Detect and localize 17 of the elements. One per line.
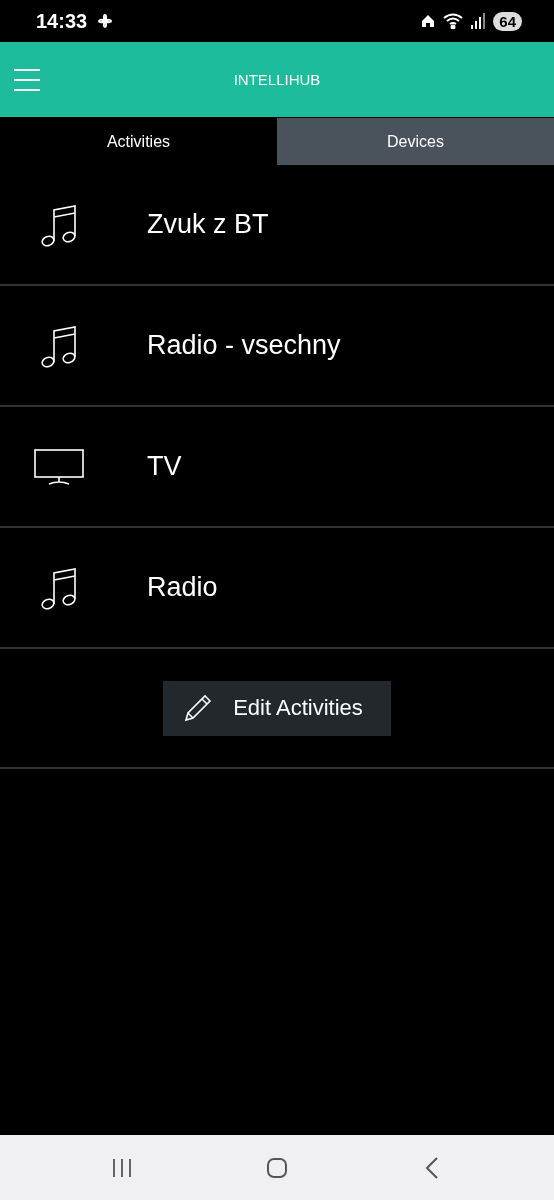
home-icon: [421, 14, 436, 28]
activity-name[interactable]: Radio: [147, 572, 218, 603]
status-time: 14:33: [36, 9, 88, 33]
tv-icon: [32, 447, 85, 486]
signal-icon: [471, 13, 486, 29]
home-icon[interactable]: [266, 1156, 288, 1179]
activity-name[interactable]: Radio - vsechny: [147, 330, 341, 361]
recent-apps-icon[interactable]: [111, 1157, 133, 1178]
pencil-icon: [183, 693, 214, 723]
app-title: INTELLIHUB: [233, 71, 321, 88]
activity-name[interactable]: TV: [147, 451, 182, 482]
back-icon[interactable]: [424, 1156, 440, 1179]
tab[interactable]: Devices: [277, 118, 554, 165]
edit-activities-button[interactable]: Edit Activities: [163, 680, 391, 736]
wifi-icon: [443, 13, 464, 29]
activity-name[interactable]: Zvuk z BT: [147, 209, 269, 240]
battery-level: 64: [493, 11, 522, 31]
